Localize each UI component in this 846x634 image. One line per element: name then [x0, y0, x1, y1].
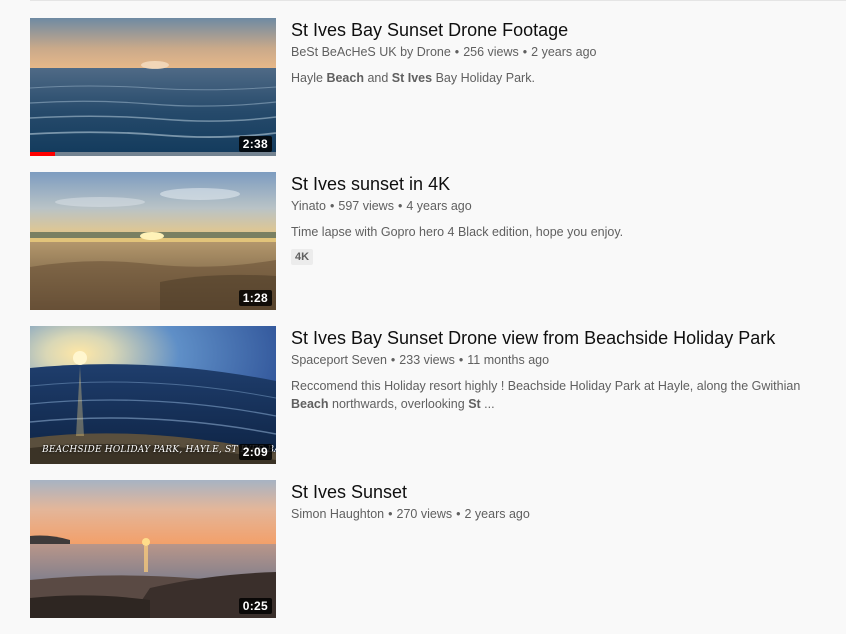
video-thumbnail[interactable]: 2:38: [30, 18, 276, 156]
view-count: 233 views: [399, 353, 455, 367]
separator-dot: •: [456, 507, 461, 521]
description-text: Time lapse with Gopro hero 4 Black editi…: [291, 225, 624, 239]
video-title[interactable]: St Ives sunset in 4K: [291, 172, 836, 196]
duration-badge: 2:38: [238, 136, 272, 152]
description-text: Bay Holiday Park.: [432, 71, 535, 85]
video-description: Reccomend this Holiday resort highly ! B…: [291, 377, 836, 413]
search-results-list: 2:38 St Ives Bay Sunset Drone Footage Be…: [30, 18, 846, 634]
top-divider: [30, 0, 846, 1]
description-text: and: [363, 71, 392, 85]
description-text: Hayle: [291, 71, 327, 85]
upload-age: 11 months ago: [467, 353, 550, 367]
description-highlight: St Ives: [391, 71, 433, 85]
separator-dot: •: [329, 199, 335, 213]
video-result-1: 2:38 St Ives Bay Sunset Drone Footage Be…: [30, 18, 846, 156]
separator-dot: •: [454, 45, 460, 59]
video-meta: St Ives Sunset Simon Haughton • 270 views •…: [291, 480, 836, 523]
description-highlight: St: [468, 397, 481, 411]
video-title[interactable]: St Ives Bay Sunset Drone view from Beach…: [291, 326, 836, 350]
separator-dot: •: [458, 353, 464, 367]
channel-name[interactable]: Spaceport Seven: [291, 353, 387, 367]
video-result-3: BEACHSIDE HOLIDAY PARK, HAYLE, ST IVES B…: [30, 326, 846, 464]
video-byline: Yinato • 597 views • 4 years ago: [291, 197, 836, 215]
quality-badge: 4K: [291, 249, 314, 265]
video-thumbnail[interactable]: 0:25: [30, 480, 276, 618]
duration-badge: 2:09: [238, 444, 272, 460]
video-title[interactable]: St Ives Bay Sunset Drone Footage: [291, 18, 836, 42]
view-count: 597 views: [338, 199, 394, 213]
video-result-4: 0:25 St Ives Sunset Simon Haughton • 270 v…: [30, 480, 846, 618]
video-result-2: 1:28 St Ives sunset in 4K Yinato • 597 vie…: [30, 172, 846, 310]
duration-badge: 0:25: [238, 598, 272, 614]
video-title[interactable]: St Ives Sunset: [291, 480, 836, 504]
description-text: northwards, overlooking: [328, 397, 469, 411]
watch-progress-fill: [30, 152, 55, 156]
duration-badge: 1:28: [238, 290, 272, 306]
video-byline: Spaceport Seven • 233 views • 11 months ago: [291, 351, 836, 369]
video-meta: St Ives sunset in 4K Yinato • 597 views • 4 …: [291, 172, 836, 265]
video-thumbnail[interactable]: 1:28: [30, 172, 276, 310]
video-meta: St Ives Bay Sunset Drone view from Beach…: [291, 326, 836, 413]
video-thumbnail[interactable]: BEACHSIDE HOLIDAY PARK, HAYLE, ST IVES B…: [30, 326, 276, 464]
separator-dot: •: [522, 45, 528, 59]
upload-age: 4 years ago: [406, 199, 472, 213]
video-meta: St Ives Bay Sunset Drone Footage BeSt Be…: [291, 18, 836, 87]
channel-name[interactable]: Simon Haughton: [291, 507, 384, 521]
video-description: Time lapse with Gopro hero 4 Black editi…: [291, 223, 836, 241]
description-text: ...: [480, 397, 495, 411]
separator-dot: •: [397, 199, 403, 213]
separator-dot: •: [390, 353, 396, 367]
description-highlight: Beach: [291, 397, 329, 411]
watch-progress-bar: [30, 152, 276, 156]
channel-name[interactable]: Yinato: [291, 199, 326, 213]
view-count: 270 views: [396, 507, 453, 521]
video-description: Hayle Beach and St Ives Bay Holiday Park…: [291, 69, 836, 87]
view-count: 256 views: [463, 45, 519, 59]
description-highlight: Beach: [326, 71, 364, 85]
video-byline: Simon Haughton • 270 views • 2 years ago: [291, 505, 836, 523]
separator-dot: •: [388, 507, 393, 521]
video-byline: BeSt BeAcHeS UK by Drone • 256 views • 2 yea…: [291, 43, 836, 61]
description-text: Reccomend this Holiday resort highly ! B…: [291, 379, 801, 393]
channel-name[interactable]: BeSt BeAcHeS UK by Drone: [291, 45, 451, 59]
upload-age: 2 years ago: [464, 507, 530, 521]
upload-age: 2 years ago: [531, 45, 597, 59]
